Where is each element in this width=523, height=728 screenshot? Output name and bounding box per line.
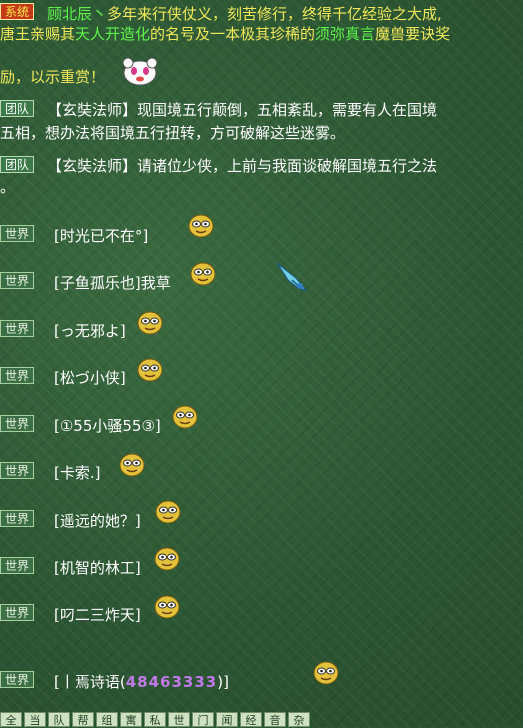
channel-button-world[interactable]: 世: [168, 712, 190, 727]
system-text: 多年来行侠仗义，刻苦修行，终得千亿经验之大成,: [107, 5, 442, 23]
team-message-1-line-2: 五相，想办法将国境五行扭转，方可破解这些迷雾。: [0, 124, 346, 142]
smiley-emote-icon: [155, 500, 181, 524]
world-player-name[interactable]: [遥远的她？]: [54, 510, 141, 531]
smiley-emote-icon: [313, 661, 339, 685]
channel-button-misc[interactable]: 杂: [288, 712, 310, 727]
world-player-name[interactable]: [子鱼孤乐也]我草: [54, 272, 171, 293]
channel-button-guild[interactable]: 帮: [72, 712, 94, 727]
system-line-2: 唐王亲赐其天人开造化的名号及一本极其珍稀的须弥真言魔兽要诀奖: [0, 23, 450, 44]
world-tag: 世界: [0, 415, 35, 432]
world-tag: 世界: [0, 272, 35, 289]
smiley-emote-icon: [154, 547, 180, 571]
world-player-name[interactable]: [时光已不在°]: [54, 225, 148, 246]
world-tag: 世界: [0, 604, 35, 621]
world-player-name[interactable]: [っ无邪よ]: [54, 320, 126, 341]
channel-button-news[interactable]: 闻: [216, 712, 238, 727]
smiley-emote-icon: [137, 311, 163, 335]
channel-button-all[interactable]: 全: [0, 712, 22, 727]
system-title-name: 天人开造化: [75, 25, 151, 43]
system-tag: 系统: [0, 3, 35, 20]
team-message-text: 请诸位少侠，上前与我面谈破解国境五行之法: [137, 157, 438, 175]
world-tag: 世界: [0, 367, 35, 384]
team-tag: 团队: [0, 100, 35, 117]
world-tag: 世界: [0, 462, 35, 479]
team-message-2-line-2: 。: [0, 178, 16, 196]
npc-name[interactable]: 【玄奘法师】: [47, 157, 137, 175]
system-line-1: 顾北辰丶多年来行侠仗义，刻苦修行，终得千亿经验之大成,: [47, 3, 442, 24]
world-tag: 世界: [0, 671, 35, 688]
team-message-2-line-1: 【玄奘法师】请诸位少侠，上前与我面谈破解国境五行之法: [47, 155, 437, 176]
channel-button-sound[interactable]: 音: [264, 712, 286, 727]
world-player-name[interactable]: [松づ小侠]: [54, 367, 126, 388]
channel-button-private[interactable]: 私: [144, 712, 166, 727]
world-player-name[interactable]: [机智的林工]: [54, 557, 141, 578]
smiley-emote-icon: [119, 453, 145, 477]
channel-button-sect[interactable]: 门: [192, 712, 214, 727]
system-text: 唐王亲赐其: [0, 25, 76, 43]
world-tag: 世界: [0, 557, 35, 574]
world-player-name[interactable]: [①55小骚55③]: [54, 415, 161, 436]
world-player-name-number: 48463333: [125, 673, 218, 691]
world-tag: 世界: [0, 320, 35, 337]
npc-name[interactable]: 【玄奘法师】: [47, 101, 137, 119]
world-tag: 世界: [0, 510, 35, 527]
world-tag: 世界: [0, 225, 35, 242]
world-player-name-suffix: )]: [217, 673, 229, 691]
smiley-emote-icon: [188, 214, 214, 238]
system-line-3: 励，以示重赏！: [0, 68, 106, 86]
smiley-emote-icon: [154, 595, 180, 619]
system-player-name[interactable]: 顾北辰丶: [47, 5, 107, 23]
panda-emote-icon: [122, 57, 158, 86]
smiley-emote-icon: [172, 405, 198, 429]
world-player-name[interactable]: [叼二三炸天]: [54, 604, 141, 625]
system-text: 的名号及一本极其珍稀的: [150, 25, 316, 43]
smiley-emote-icon: [190, 262, 216, 286]
channel-button-team[interactable]: 队: [48, 712, 70, 727]
channel-button-current[interactable]: 当: [24, 712, 46, 727]
channel-button-group[interactable]: 组: [96, 712, 118, 727]
world-player-name-prefix: [丨焉诗语(: [54, 673, 126, 691]
system-item-name[interactable]: 须弥真言: [315, 25, 375, 43]
channel-button-lodge[interactable]: 寓: [120, 712, 142, 727]
smiley-emote-icon: [137, 358, 163, 382]
feather-cursor-icon: [276, 262, 308, 292]
team-tag: 团队: [0, 156, 35, 173]
team-message-1-line-1: 【玄奘法师】现国境五行颠倒，五相紊乱，需要有人在国境: [47, 99, 437, 120]
channel-bar: 全 当 队 帮 组 寓 私 世 门 闻 经 音 杂: [0, 712, 523, 727]
team-message-text: 现国境五行颠倒，五相紊乱，需要有人在国境: [137, 101, 438, 119]
system-text: 魔兽要诀奖: [375, 25, 451, 43]
channel-button-experience[interactable]: 经: [240, 712, 262, 727]
world-player-name[interactable]: [卡索.]: [54, 462, 100, 483]
chat-log: 系统 顾北辰丶多年来行侠仗义，刻苦修行，终得千亿经验之大成, 唐王亲赐其天人开造…: [0, 0, 523, 727]
world-player-name[interactable]: [丨焉诗语(48463333)]: [54, 671, 229, 692]
